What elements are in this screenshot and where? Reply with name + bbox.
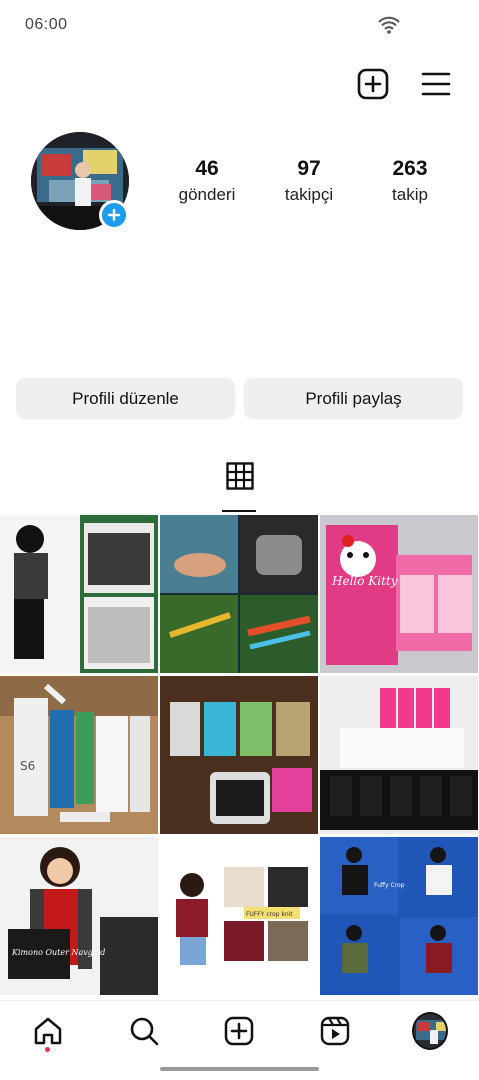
following-label: takip <box>392 185 428 204</box>
status-bar: 06:00 <box>0 0 479 52</box>
post-thumbnail[interactable]: Hello Kitty <box>320 515 478 673</box>
followers-stat[interactable]: 97 takipçi <box>264 156 354 208</box>
posts-label: gönderi <box>178 185 236 204</box>
post-thumbnail[interactable] <box>160 676 318 834</box>
menu-button[interactable] <box>419 67 453 101</box>
followers-label: takipçi <box>284 185 334 204</box>
hamburger-menu-icon <box>421 72 451 96</box>
posts-stat[interactable]: 46 gönderi <box>162 156 252 208</box>
post-thumbnail[interactable]: FUFFY crop knit <box>160 837 318 995</box>
nav-create-button[interactable] <box>221 1013 257 1049</box>
home-indicator <box>160 1067 319 1071</box>
posts-grid: Hello Kitty S6 Kimono Outer Navgaid FUFF… <box>0 515 479 1000</box>
post-thumbnail[interactable] <box>160 515 318 673</box>
post-thumbnail[interactable] <box>320 676 478 834</box>
post-thumbnail[interactable]: S6 <box>0 676 158 834</box>
post-caption: Kimono Outer Navgaid <box>11 948 105 957</box>
notification-dot <box>45 1047 50 1052</box>
posts-count: 46 <box>195 157 219 180</box>
followers-count: 97 <box>297 157 321 180</box>
nav-reels-button[interactable] <box>317 1013 353 1049</box>
post-thumbnail[interactable]: Kimono Outer Navgaid <box>0 837 158 995</box>
new-post-button[interactable] <box>356 67 390 101</box>
profile-avatar-container <box>31 132 129 230</box>
edit-profile-button[interactable]: Profili düzenle <box>16 378 235 419</box>
reels-icon <box>320 1016 350 1046</box>
following-stat[interactable]: 263 takip <box>365 156 455 208</box>
nav-profile-button[interactable] <box>412 1012 448 1050</box>
nav-search-button[interactable] <box>126 1013 162 1049</box>
post-caption: Hello Kitty <box>331 574 398 588</box>
plus-square-icon <box>357 68 389 100</box>
post-thumbnail[interactable]: Fuffy Crop <box>320 837 478 995</box>
share-profile-button[interactable]: Profili paylaş <box>244 378 463 419</box>
post-caption: S6 <box>20 759 35 773</box>
tab-posts-grid[interactable] <box>222 462 258 512</box>
post-caption: FUFFY crop knit <box>246 911 293 918</box>
add-story-button[interactable] <box>99 200 129 230</box>
profile-avatar <box>412 1012 448 1050</box>
wifi-icon <box>378 16 400 34</box>
search-icon <box>130 1017 159 1046</box>
post-caption: Fuffy Crop <box>374 882 405 889</box>
following-count: 263 <box>392 157 428 180</box>
plus-circle-icon <box>107 208 121 222</box>
active-tab-indicator <box>222 510 256 512</box>
create-icon <box>224 1016 254 1046</box>
post-thumbnail[interactable] <box>0 515 158 673</box>
status-time: 06:00 <box>25 16 68 33</box>
nav-home-button[interactable] <box>30 1013 66 1049</box>
home-icon <box>34 1017 62 1045</box>
grid-icon <box>226 462 254 490</box>
